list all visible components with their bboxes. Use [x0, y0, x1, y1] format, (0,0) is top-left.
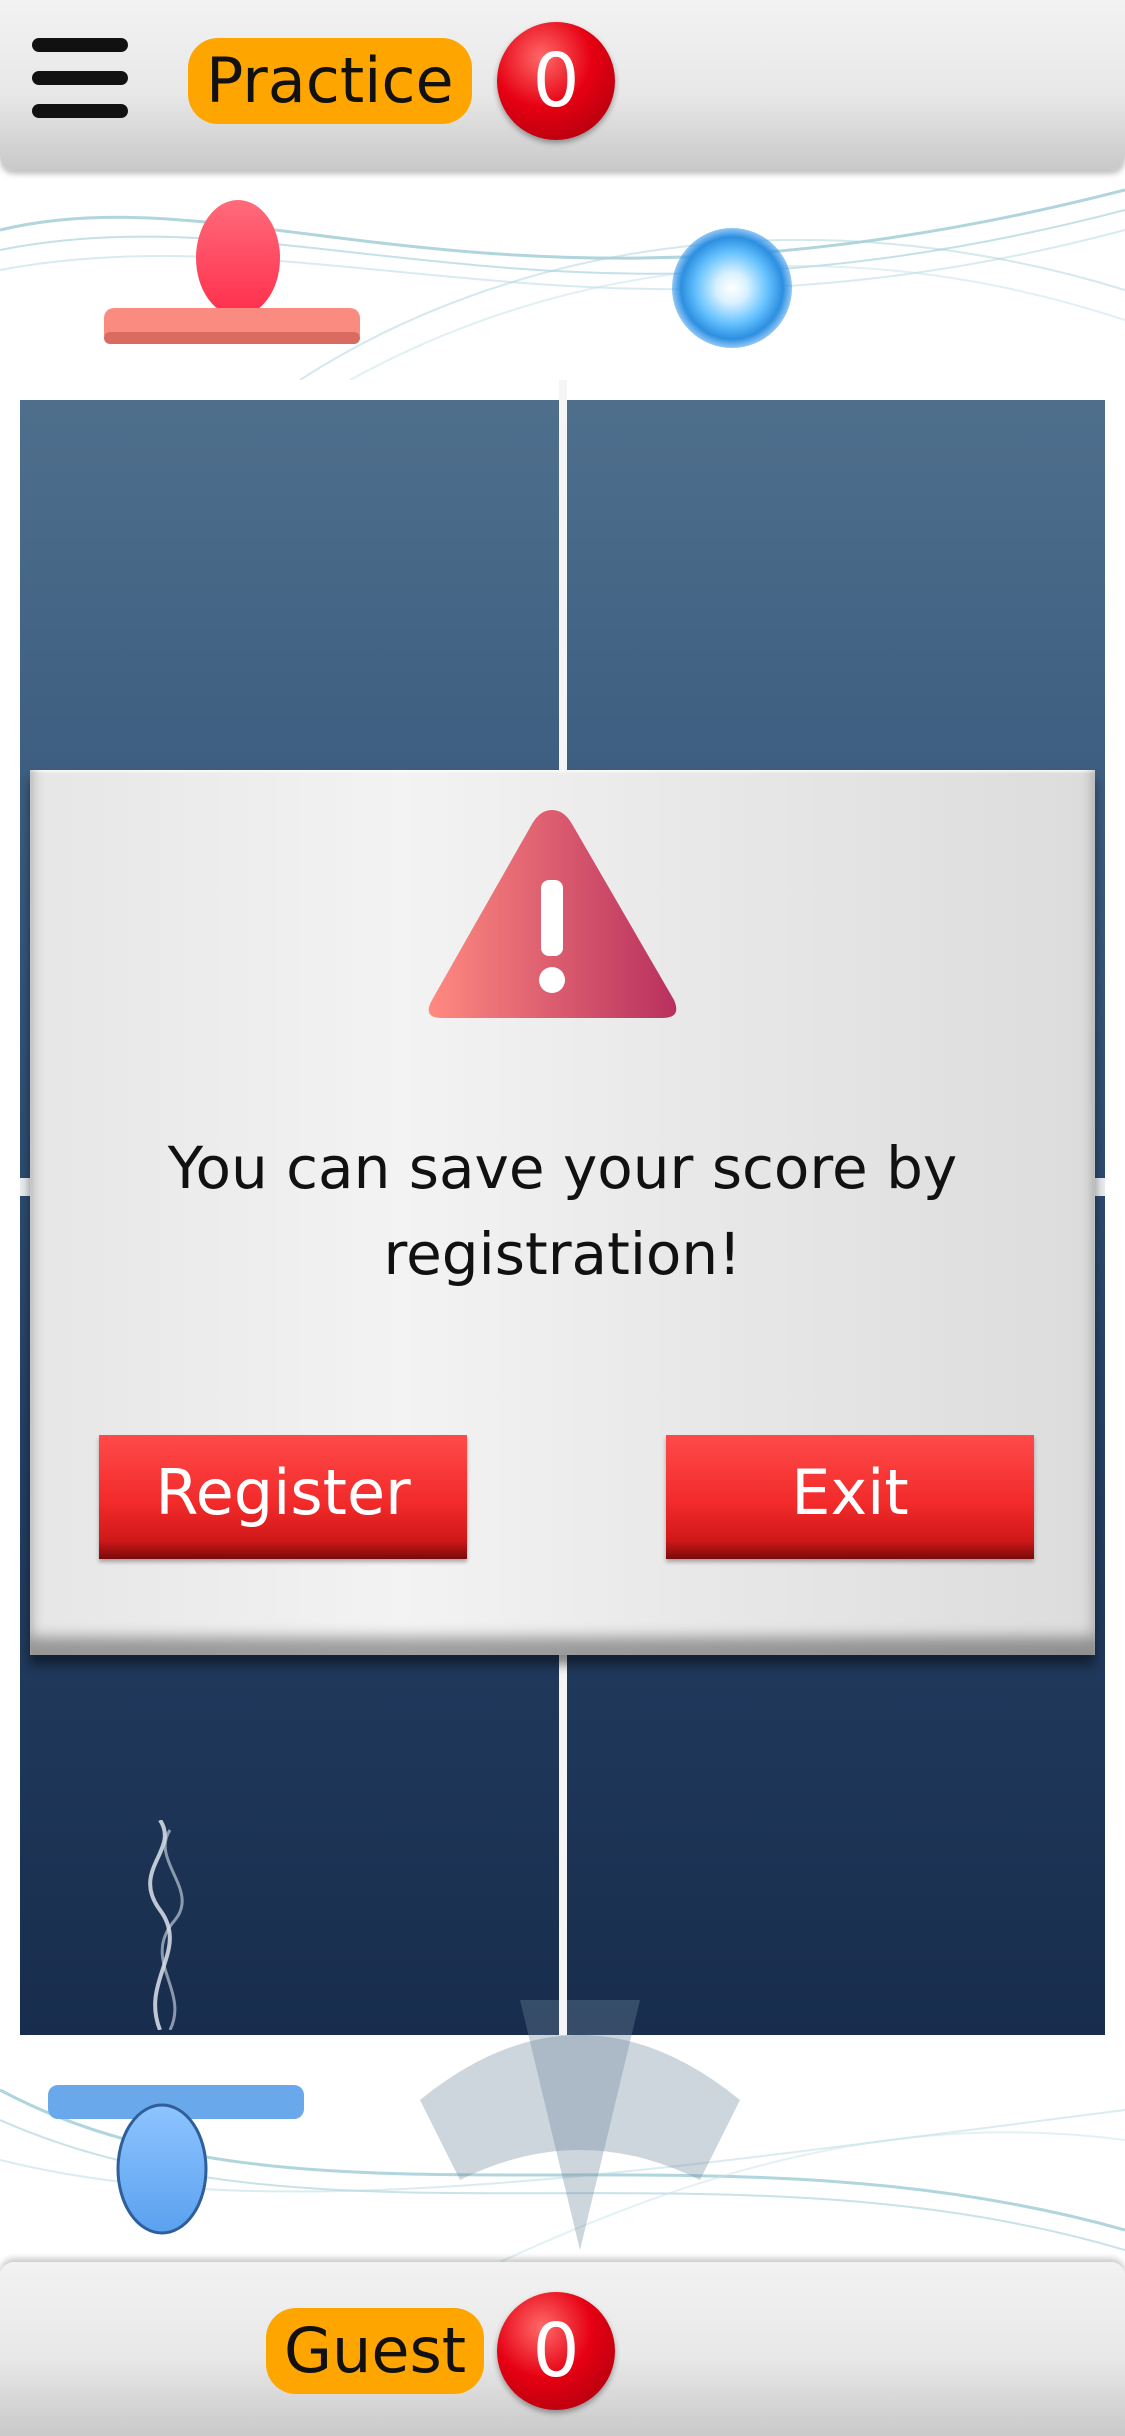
mode-label: Practice — [188, 38, 472, 124]
player-paddle[interactable] — [48, 2085, 304, 2235]
registration-dialog: You can save your score by registration!… — [30, 770, 1095, 1655]
opponent-paddle — [104, 200, 360, 344]
puck — [672, 228, 792, 348]
warning-triangle-icon — [428, 810, 677, 1018]
smoke-effect — [148, 1820, 184, 2030]
player-score: 0 — [497, 2292, 615, 2410]
exit-button[interactable]: Exit — [666, 1435, 1034, 1559]
hamburger-menu-icon[interactable] — [32, 38, 128, 118]
top-bar: Practice 0 — [0, 0, 1125, 170]
opponent-score: 0 — [497, 22, 615, 140]
register-button[interactable]: Register — [99, 1435, 467, 1559]
bottom-bar: Guest 0 — [0, 2262, 1125, 2436]
player-name-label: Guest — [266, 2308, 485, 2394]
dialog-message: You can save your score by registration! — [167, 1134, 958, 1288]
